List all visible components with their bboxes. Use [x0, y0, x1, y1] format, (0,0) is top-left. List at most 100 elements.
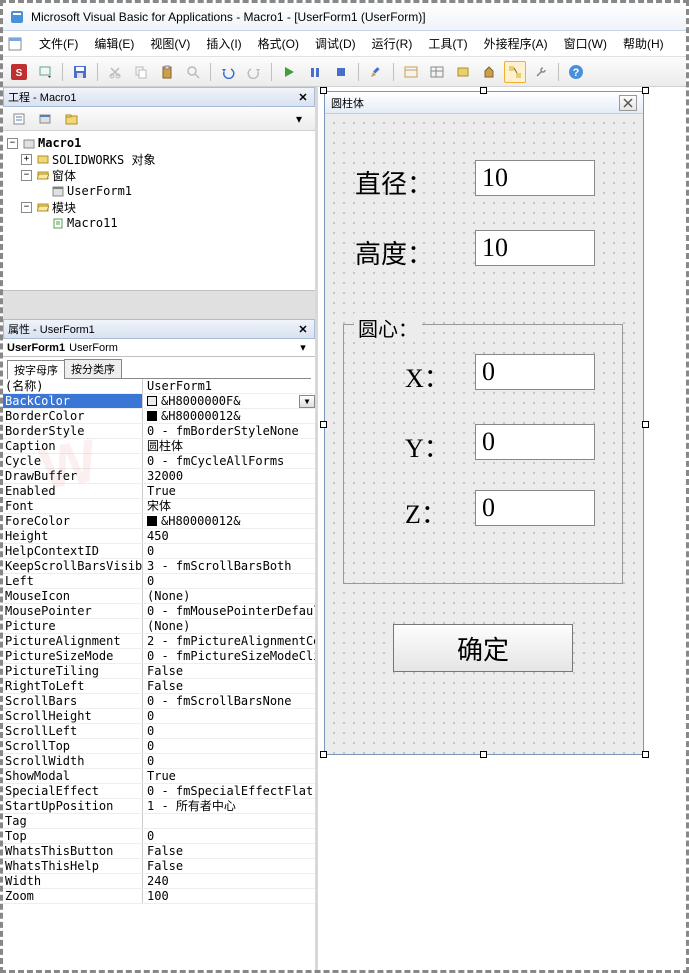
panel-menu-icon[interactable]: ▾ [288, 108, 310, 130]
property-row[interactable]: Left0 [3, 574, 315, 589]
userform-body[interactable]: 直径： 10 高度： 10 圆心： X： 0 Y： 0 Z： 0 确定 [325, 114, 643, 754]
property-value[interactable]: UserForm1 [143, 379, 315, 393]
property-row[interactable]: ScrollBars0 - fmScrollBarsNone [3, 694, 315, 709]
properties-window-icon[interactable] [426, 61, 448, 83]
y-input[interactable]: 0 [475, 424, 595, 460]
undo-icon[interactable] [217, 61, 239, 83]
collapse-icon[interactable]: − [21, 202, 32, 213]
menu-edit[interactable]: 编辑(E) [88, 33, 140, 54]
z-input[interactable]: 0 [475, 490, 595, 526]
properties-grid[interactable]: (名称)UserForm1BackColor&H8000000F&▼Border… [3, 379, 315, 970]
property-value[interactable]: 240 [143, 874, 315, 888]
tab-categorized[interactable]: 按分类序 [64, 359, 122, 378]
tree-module-item[interactable]: Macro11 [7, 215, 311, 231]
property-value[interactable]: 0 [143, 574, 315, 588]
property-row[interactable]: SpecialEffect0 - fmSpecialEffectFlat [3, 784, 315, 799]
property-row[interactable]: BackColor&H8000000F&▼ [3, 394, 315, 409]
resize-handle[interactable] [642, 751, 649, 758]
tree-userform[interactable]: UserForm1 [7, 183, 311, 199]
property-value[interactable]: 1 - 所有者中心 [143, 799, 315, 813]
ok-button[interactable]: 确定 [393, 624, 573, 672]
property-row[interactable]: BorderStyle0 - fmBorderStyleNone [3, 424, 315, 439]
property-value[interactable]: 0 - fmPictureSizeModeClip [143, 649, 315, 663]
property-row[interactable]: Height450 [3, 529, 315, 544]
property-value[interactable]: 0 [143, 754, 315, 768]
find-icon[interactable] [182, 61, 204, 83]
property-value[interactable]: 0 - fmMousePointerDefault [143, 604, 315, 618]
property-value[interactable]: 0 [143, 544, 315, 558]
property-row[interactable]: Caption圆柱体 [3, 439, 315, 454]
property-value[interactable]: 0 - fmSpecialEffectFlat [143, 784, 315, 798]
tree-root[interactable]: − Macro1 [7, 135, 311, 151]
property-value[interactable]: False [143, 679, 315, 693]
userform-designer[interactable]: 圆柱体 直径： 10 高度： 10 圆心： X： 0 Y： 0 Z： [324, 91, 644, 755]
menu-run[interactable]: 运行(R) [366, 33, 419, 54]
property-row[interactable]: ScrollWidth0 [3, 754, 315, 769]
property-value[interactable]: &H80000012& [143, 409, 315, 423]
property-row[interactable]: KeepScrollBarsVisible3 - fmScrollBarsBot… [3, 559, 315, 574]
chevron-down-icon[interactable]: ▾ [295, 341, 311, 354]
project-explorer-icon[interactable] [400, 61, 422, 83]
property-value[interactable]: &H80000012& [143, 514, 315, 528]
property-row[interactable]: ShowModalTrue [3, 769, 315, 784]
close-icon[interactable]: ✕ [296, 322, 310, 336]
close-icon[interactable]: ✕ [296, 90, 310, 104]
close-icon[interactable] [619, 95, 637, 111]
tab-alphabetic[interactable]: 按字母序 [7, 360, 65, 379]
property-row[interactable]: Cycle0 - fmCycleAllForms [3, 454, 315, 469]
property-value[interactable]: 3 - fmScrollBarsBoth [143, 559, 315, 573]
menu-file[interactable]: 文件(F) [33, 33, 84, 54]
property-row[interactable]: StartUpPosition1 - 所有者中心 [3, 799, 315, 814]
stop-icon[interactable] [330, 61, 352, 83]
designer-canvas[interactable]: 圆柱体 直径： 10 高度： 10 圆心： X： 0 Y： 0 Z： [318, 87, 686, 970]
save-icon[interactable] [69, 61, 91, 83]
property-value[interactable]: True [143, 769, 315, 783]
resize-handle[interactable] [480, 87, 487, 94]
property-row[interactable]: PictureAlignment2 - fmPictureAlignmentCe… [3, 634, 315, 649]
menu-addins[interactable]: 外接程序(A) [478, 33, 554, 54]
resize-handle[interactable] [320, 751, 327, 758]
property-row[interactable]: MouseIcon(None) [3, 589, 315, 604]
view-object-icon[interactable] [34, 108, 56, 130]
property-value[interactable]: 宋体 [143, 499, 315, 513]
collapse-icon[interactable]: − [21, 170, 32, 181]
property-value[interactable] [143, 814, 315, 828]
property-row[interactable]: WhatsThisHelpFalse [3, 859, 315, 874]
property-value[interactable]: 32000 [143, 469, 315, 483]
height-input[interactable]: 10 [475, 230, 595, 266]
tree-forms[interactable]: − 窗体 [7, 167, 311, 183]
property-row[interactable]: HelpContextID0 [3, 544, 315, 559]
paste-icon[interactable] [156, 61, 178, 83]
property-value[interactable]: True [143, 484, 315, 498]
property-row[interactable]: ScrollHeight0 [3, 709, 315, 724]
menu-format[interactable]: 格式(O) [252, 33, 305, 54]
menu-debug[interactable]: 调试(D) [309, 33, 362, 54]
run-icon[interactable] [278, 61, 300, 83]
property-row[interactable]: PictureTilingFalse [3, 664, 315, 679]
project-tree[interactable]: − Macro1 + SOLIDWORKS 对象 − 窗体 [3, 131, 315, 291]
property-value[interactable]: (None) [143, 589, 315, 603]
property-row[interactable]: Font宋体 [3, 499, 315, 514]
property-row[interactable]: EnabledTrue [3, 484, 315, 499]
chevron-down-icon[interactable]: ▼ [299, 395, 315, 408]
menu-help[interactable]: 帮助(H) [617, 33, 670, 54]
property-value[interactable]: 0 - fmScrollBarsNone [143, 694, 315, 708]
property-row[interactable]: Top0 [3, 829, 315, 844]
menu-insert[interactable]: 插入(I) [200, 33, 247, 54]
system-menu-icon[interactable] [7, 36, 23, 52]
toolbox-icon[interactable] [478, 61, 500, 83]
pause-icon[interactable] [304, 61, 326, 83]
property-value[interactable]: 0 [143, 724, 315, 738]
property-row[interactable]: DrawBuffer32000 [3, 469, 315, 484]
copy-icon[interactable] [130, 61, 152, 83]
menu-view[interactable]: 视图(V) [144, 33, 196, 54]
props-object-selector[interactable]: UserForm1 UserForm ▾ [3, 339, 315, 357]
diameter-input[interactable]: 10 [475, 160, 595, 196]
property-row[interactable]: Width240 [3, 874, 315, 889]
object-browser-icon[interactable] [452, 61, 474, 83]
property-row[interactable]: Picture(None) [3, 619, 315, 634]
resize-handle[interactable] [642, 421, 649, 428]
tree-modules[interactable]: − 模块 [7, 199, 311, 215]
property-row[interactable]: ScrollTop0 [3, 739, 315, 754]
property-value[interactable]: &H8000000F&▼ [143, 394, 315, 408]
